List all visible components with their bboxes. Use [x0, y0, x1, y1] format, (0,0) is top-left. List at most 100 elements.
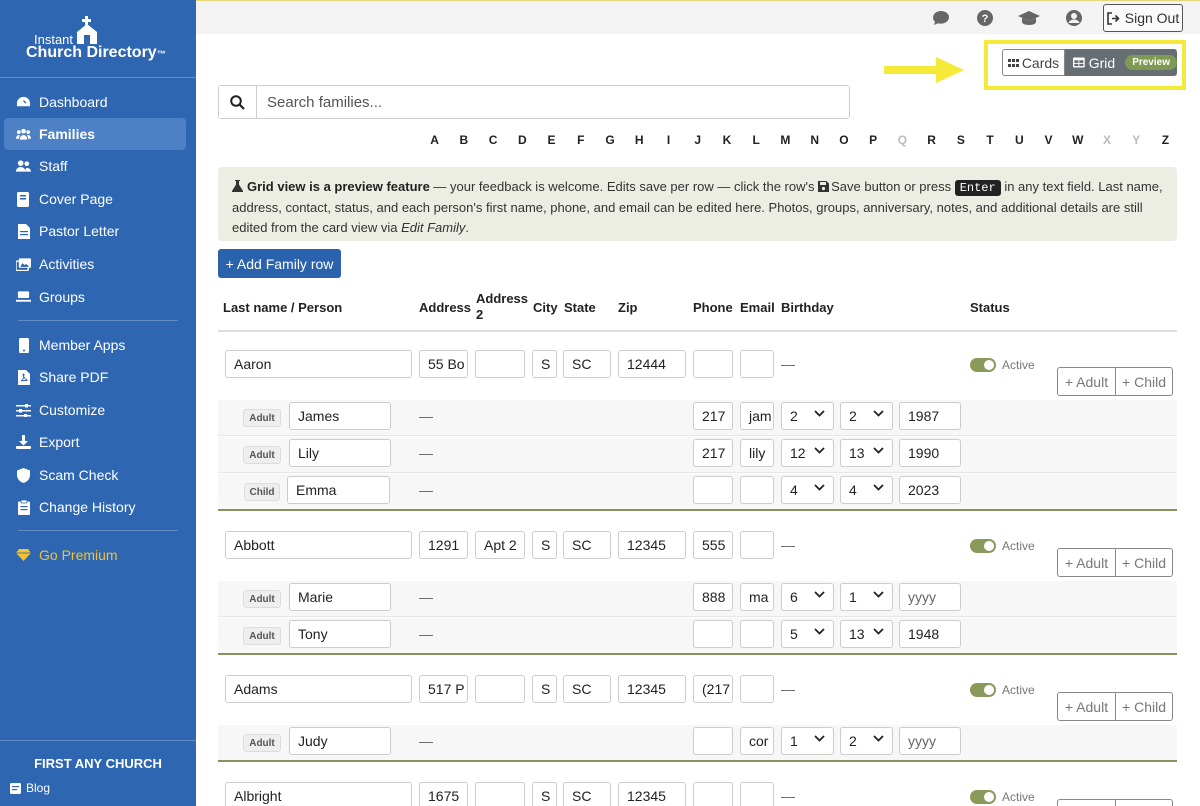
blog-link[interactable]: Blog	[10, 781, 50, 795]
birth-day-select[interactable]: 13	[840, 620, 893, 648]
address2-input[interactable]	[475, 350, 525, 378]
city-input[interactable]: S	[532, 531, 557, 559]
alphabet-letter[interactable]: U	[1005, 133, 1034, 147]
zip-input[interactable]: 12345	[618, 531, 686, 559]
user-account-icon[interactable]	[1065, 9, 1083, 27]
sidebar-item-scam-check[interactable]: Scam Check	[4, 459, 186, 491]
alphabet-letter[interactable]: G	[595, 133, 624, 147]
birth-month-select[interactable]: 2	[781, 402, 834, 430]
alphabet-letter[interactable]: L	[742, 133, 771, 147]
sidebar-item-export[interactable]: Export	[4, 426, 186, 458]
state-input[interactable]: SC	[563, 531, 611, 559]
city-input[interactable]: S	[532, 675, 557, 703]
alphabet-letter[interactable]: D	[508, 133, 537, 147]
sidebar-item-activities[interactable]: Activities	[4, 248, 186, 280]
status-toggle[interactable]	[970, 683, 996, 697]
birth-year-input[interactable]: 1990	[899, 439, 961, 467]
phone-input[interactable]: 555	[693, 531, 733, 559]
zip-input[interactable]: 12345	[618, 782, 686, 806]
alphabet-letter[interactable]: O	[829, 133, 858, 147]
zip-input[interactable]: 12345	[618, 675, 686, 703]
status-toggle[interactable]	[970, 539, 996, 553]
address-input[interactable]: 1291	[419, 531, 468, 559]
zip-input[interactable]: 12444	[618, 350, 686, 378]
person-email-input[interactable]	[740, 476, 774, 504]
add-family-row-button[interactable]: + Add Family row	[218, 249, 341, 278]
add-child-button[interactable]: + Child	[1115, 800, 1172, 806]
sidebar-item-customize[interactable]: Customize	[4, 394, 186, 426]
status-toggle[interactable]	[970, 790, 996, 804]
phone-input[interactable]: (217	[693, 675, 733, 703]
birth-day-select[interactable]: 4	[840, 476, 893, 504]
email-input[interactable]	[740, 782, 774, 806]
sidebar-item-families[interactable]: Families	[4, 118, 186, 150]
alphabet-letter[interactable]: S	[946, 133, 975, 147]
city-input[interactable]: S	[532, 782, 557, 806]
person-phone-input[interactable]: 217	[693, 402, 733, 430]
birth-month-select[interactable]: 1	[781, 727, 834, 755]
person-email-input[interactable]	[740, 620, 774, 648]
alphabet-letter[interactable]: W	[1063, 133, 1092, 147]
alphabet-letter[interactable]: R	[917, 133, 946, 147]
person-email-input[interactable]: lily	[740, 439, 774, 467]
address-input[interactable]: 55 Bo	[419, 350, 468, 378]
sidebar-item-member-apps[interactable]: Member Apps	[4, 329, 186, 361]
status-toggle[interactable]	[970, 358, 996, 372]
address-input[interactable]: 517 P	[419, 675, 468, 703]
alphabet-letter[interactable]: K	[712, 133, 741, 147]
add-adult-button[interactable]: + Adult	[1058, 693, 1115, 720]
last-name-input[interactable]: Aaron	[225, 350, 412, 378]
birth-month-select[interactable]: 6	[781, 583, 834, 611]
help-icon[interactable]: ?	[976, 9, 994, 27]
alphabet-letter[interactable]: V	[1034, 133, 1063, 147]
alphabet-letter[interactable]: T	[975, 133, 1004, 147]
first-name-input[interactable]: Tony	[289, 620, 391, 648]
birth-day-select[interactable]: 2	[840, 402, 893, 430]
alphabet-letter[interactable]: I	[654, 133, 683, 147]
person-phone-input[interactable]	[693, 620, 733, 648]
alphabet-letter[interactable]: J	[683, 133, 712, 147]
person-email-input[interactable]: jam	[740, 402, 774, 430]
graduation-cap-icon[interactable]	[1018, 9, 1040, 27]
address2-input[interactable]	[475, 675, 525, 703]
first-name-input[interactable]: Judy	[289, 727, 391, 755]
birth-year-input[interactable]: 1987	[899, 402, 961, 430]
sidebar-item-go-premium[interactable]: Go Premium	[4, 539, 186, 571]
alphabet-letter[interactable]: C	[478, 133, 507, 147]
phone-input[interactable]	[693, 350, 733, 378]
alphabet-letter[interactable]: F	[566, 133, 595, 147]
first-name-input[interactable]: Lily	[289, 439, 391, 467]
birth-month-select[interactable]: 5	[781, 620, 834, 648]
birth-year-input[interactable]: 2023	[899, 476, 961, 504]
grid-view-button[interactable]: Grid Preview	[1065, 49, 1177, 76]
birth-year-input[interactable]: 1948	[899, 620, 961, 648]
person-email-input[interactable]: cor	[740, 727, 774, 755]
search-input[interactable]	[257, 86, 849, 118]
alphabet-letter[interactable]: E	[537, 133, 566, 147]
email-input[interactable]	[740, 675, 774, 703]
add-adult-button[interactable]: + Adult	[1058, 549, 1115, 576]
search-icon[interactable]	[219, 86, 257, 118]
first-name-input[interactable]: Emma	[287, 476, 390, 504]
email-input[interactable]	[740, 531, 774, 559]
birth-day-select[interactable]: 13	[840, 439, 893, 467]
sidebar-item-groups[interactable]: Groups	[4, 281, 186, 313]
birth-month-select[interactable]: 4	[781, 476, 834, 504]
person-phone-input[interactable]: 217	[693, 439, 733, 467]
last-name-input[interactable]: Adams	[225, 675, 412, 703]
add-child-button[interactable]: + Child	[1115, 549, 1172, 576]
birth-year-input[interactable]: yyyy	[899, 727, 961, 755]
alphabet-letter[interactable]: A	[420, 133, 449, 147]
alphabet-letter[interactable]: P	[859, 133, 888, 147]
sidebar-item-staff[interactable]: Staff	[4, 150, 186, 182]
first-name-input[interactable]: James	[289, 402, 391, 430]
city-input[interactable]: S	[532, 350, 557, 378]
birth-year-input[interactable]: yyyy	[899, 583, 961, 611]
address2-input[interactable]	[475, 782, 525, 806]
sign-out-button[interactable]: Sign Out	[1103, 4, 1183, 32]
last-name-input[interactable]: Abbott	[225, 531, 412, 559]
add-child-button[interactable]: + Child	[1115, 693, 1172, 720]
app-logo[interactable]: Instant Church Directory™	[26, 16, 176, 68]
sidebar-item-share-pdf[interactable]: Share PDF	[4, 361, 186, 393]
add-child-button[interactable]: + Child	[1115, 368, 1172, 395]
